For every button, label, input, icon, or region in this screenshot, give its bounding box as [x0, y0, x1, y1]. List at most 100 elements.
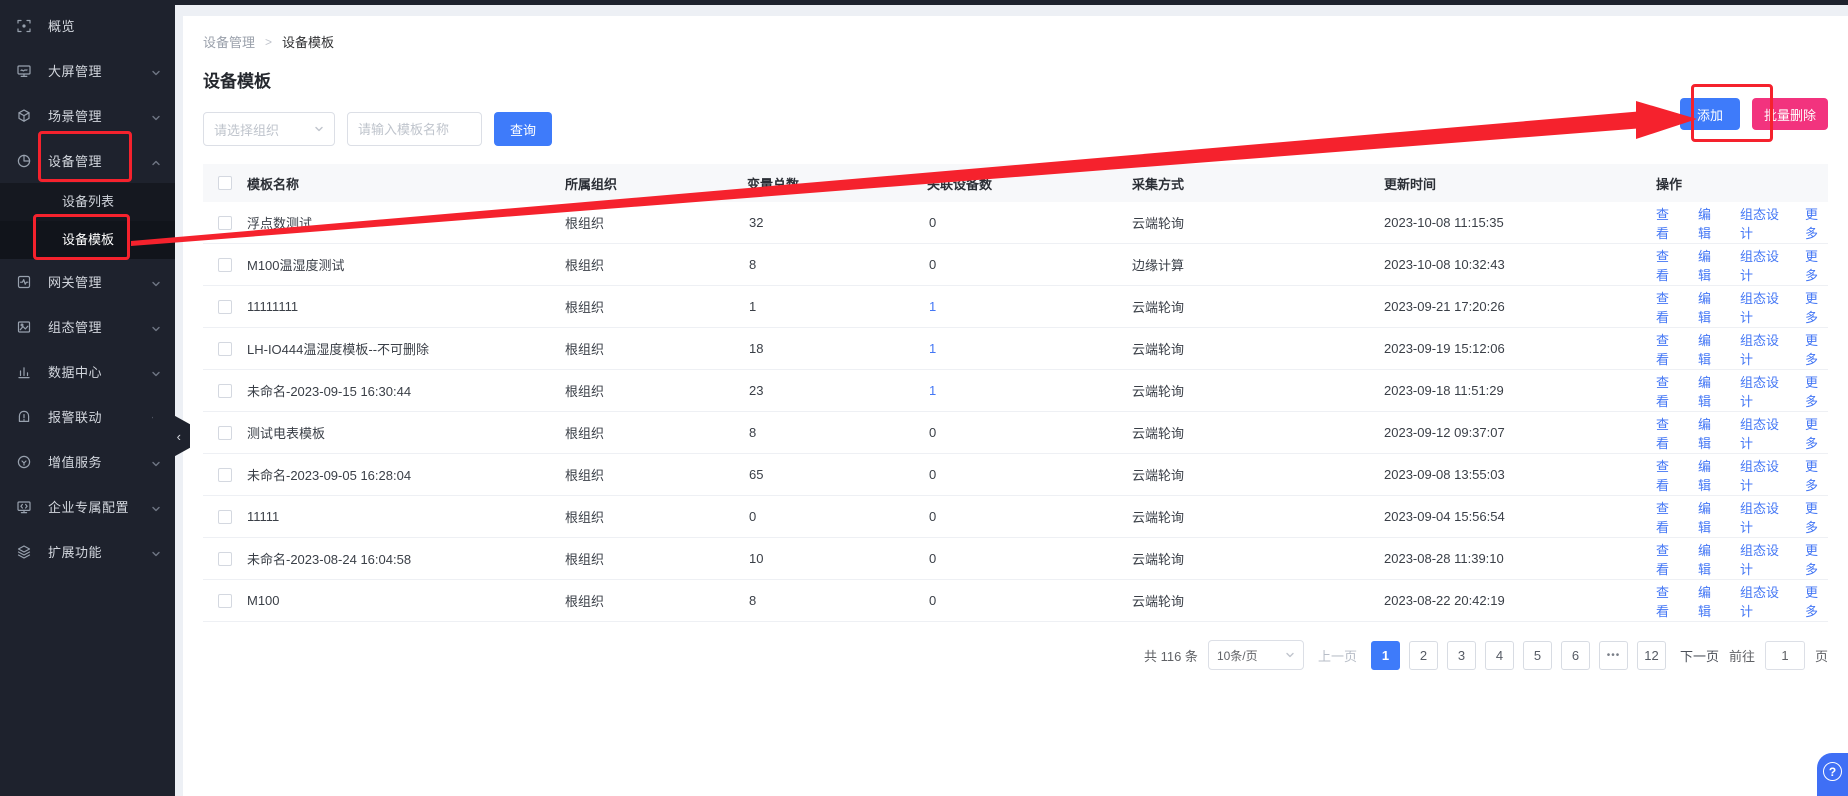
scada-design-link[interactable]: 组态设计 — [1740, 372, 1786, 410]
page-size-select[interactable]: 10条/页 — [1208, 640, 1304, 670]
row-checkbox[interactable] — [218, 258, 232, 272]
view-link[interactable]: 查看 — [1656, 372, 1679, 410]
scada-design-link[interactable]: 组态设计 — [1740, 582, 1786, 620]
view-link[interactable]: 查看 — [1656, 204, 1679, 242]
edit-link[interactable]: 编辑 — [1698, 372, 1721, 410]
view-link[interactable]: 查看 — [1656, 288, 1679, 326]
template-name-input[interactable] — [347, 112, 482, 146]
linked-devices-cell: 0 — [927, 509, 1132, 524]
scada-design-link[interactable]: 组态设计 — [1740, 204, 1786, 242]
row-checkbox[interactable] — [218, 552, 232, 566]
scada-design-link[interactable]: 组态设计 — [1740, 246, 1786, 284]
more-link[interactable]: 更多 — [1805, 288, 1828, 326]
row-checkbox[interactable] — [218, 468, 232, 482]
view-link[interactable]: 查看 — [1656, 582, 1679, 620]
sidebar-item-config[interactable]: 组态管理 — [0, 304, 175, 349]
sidebar-item-label: 数据中心 — [48, 362, 151, 381]
more-link[interactable]: 更多 — [1805, 414, 1828, 452]
more-link[interactable]: 更多 — [1805, 246, 1828, 284]
breadcrumb-parent[interactable]: 设备管理 — [203, 32, 255, 51]
org-cell: 根组织 — [565, 297, 747, 316]
query-button[interactable]: 查询 — [494, 112, 552, 146]
scada-design-link[interactable]: 组态设计 — [1740, 456, 1786, 494]
more-link[interactable]: 更多 — [1805, 330, 1828, 368]
linked-devices-cell[interactable]: 1 — [927, 383, 1132, 398]
next-page-button[interactable]: 下一页 — [1680, 646, 1719, 665]
page-title: 设备模板 — [203, 67, 1828, 92]
add-button[interactable]: 添加 — [1680, 98, 1740, 130]
view-link[interactable]: 查看 — [1656, 540, 1679, 578]
goto-page-input[interactable] — [1765, 641, 1805, 670]
row-checkbox[interactable] — [218, 510, 232, 524]
more-link[interactable]: 更多 — [1805, 540, 1828, 578]
app-window: 概览 大屏管理 场景管理 设备管理 — [0, 0, 1848, 796]
help-button[interactable]: ? — [1817, 753, 1848, 796]
edit-link[interactable]: 编辑 — [1698, 330, 1721, 368]
row-checkbox[interactable] — [218, 300, 232, 314]
row-checkbox[interactable] — [218, 594, 232, 608]
scada-design-link[interactable]: 组态设计 — [1740, 414, 1786, 452]
row-checkbox[interactable] — [218, 216, 232, 230]
more-link[interactable]: 更多 — [1805, 498, 1828, 536]
sidebar-item-extension[interactable]: 扩展功能 — [0, 529, 175, 574]
page-number-button[interactable]: 4 — [1485, 641, 1514, 670]
view-link[interactable]: 查看 — [1656, 498, 1679, 536]
page-number-button[interactable]: 5 — [1523, 641, 1552, 670]
sidebar-item-gateway[interactable]: 网关管理 — [0, 259, 175, 304]
sidebar-item-device-template[interactable]: 设备模板 — [0, 221, 175, 259]
page-number-button[interactable]: 3 — [1447, 641, 1476, 670]
sidebar-item-scene[interactable]: 场景管理 — [0, 93, 175, 138]
view-link[interactable]: 查看 — [1656, 330, 1679, 368]
sidebar-item-label: 设备管理 — [48, 151, 151, 170]
view-link[interactable]: 查看 — [1656, 414, 1679, 452]
prev-page-button[interactable]: 上一页 — [1318, 646, 1357, 665]
scada-design-link[interactable]: 组态设计 — [1740, 288, 1786, 326]
linked-devices-cell[interactable]: 1 — [927, 299, 1132, 314]
view-link[interactable]: 查看 — [1656, 456, 1679, 494]
edit-link[interactable]: 编辑 — [1698, 540, 1721, 578]
page-number-button[interactable]: 12 — [1637, 641, 1666, 670]
page-number-button[interactable]: 1 — [1371, 641, 1400, 670]
row-checkbox[interactable] — [218, 342, 232, 356]
org-select[interactable]: 请选择组织 — [203, 112, 335, 146]
collection-method-cell: 云端轮询 — [1132, 423, 1384, 442]
select-all-checkbox[interactable] — [218, 176, 232, 190]
breadcrumb: 设备管理 > 设备模板 — [203, 32, 1828, 51]
row-actions: 查看 编辑 组态设计 更多 — [1656, 540, 1828, 578]
more-link[interactable]: 更多 — [1805, 582, 1828, 620]
page-number-button[interactable]: 2 — [1409, 641, 1438, 670]
scada-design-link[interactable]: 组态设计 — [1740, 498, 1786, 536]
view-link[interactable]: 查看 — [1656, 246, 1679, 284]
sidebar-item-alarm[interactable]: 报警联动 — [0, 394, 175, 439]
edit-link[interactable]: 编辑 — [1698, 456, 1721, 494]
sidebar-submenu-device: 设备列表 设备模板 — [0, 183, 175, 259]
edit-link[interactable]: 编辑 — [1698, 288, 1721, 326]
sidebar-item-overview[interactable]: 概览 — [0, 3, 175, 48]
sidebar-item-vas[interactable]: 增值服务 — [0, 439, 175, 484]
table-row: 11111111 根组织 1 1 云端轮询 2023-09-21 17:20:2… — [203, 286, 1828, 328]
sidebar-item-device[interactable]: 设备管理 — [0, 138, 175, 183]
sidebar-item-screen[interactable]: 大屏管理 — [0, 48, 175, 93]
linked-devices-cell[interactable]: 1 — [927, 341, 1132, 356]
edit-link[interactable]: 编辑 — [1698, 582, 1721, 620]
scada-design-link[interactable]: 组态设计 — [1740, 330, 1786, 368]
edit-link[interactable]: 编辑 — [1698, 204, 1721, 242]
org-cell: 根组织 — [565, 549, 747, 568]
more-link[interactable]: 更多 — [1805, 204, 1828, 242]
row-checkbox[interactable] — [218, 426, 232, 440]
sidebar-item-data-center[interactable]: 数据中心 — [0, 349, 175, 394]
page-number-button[interactable]: ••• — [1599, 641, 1628, 670]
sidebar-item-device-list[interactable]: 设备列表 — [0, 183, 175, 221]
edit-link[interactable]: 编辑 — [1698, 246, 1721, 284]
row-actions: 查看 编辑 组态设计 更多 — [1656, 456, 1828, 494]
row-checkbox[interactable] — [218, 384, 232, 398]
scada-design-link[interactable]: 组态设计 — [1740, 540, 1786, 578]
page-number-button[interactable]: 6 — [1561, 641, 1590, 670]
batch-delete-button[interactable]: 批量删除 — [1752, 98, 1828, 130]
more-link[interactable]: 更多 — [1805, 372, 1828, 410]
sidebar-item-enterprise[interactable]: 企业专属配置 — [0, 484, 175, 529]
sidebar-collapse-handle[interactable]: ‹ — [153, 415, 190, 457]
edit-link[interactable]: 编辑 — [1698, 414, 1721, 452]
more-link[interactable]: 更多 — [1805, 456, 1828, 494]
edit-link[interactable]: 编辑 — [1698, 498, 1721, 536]
